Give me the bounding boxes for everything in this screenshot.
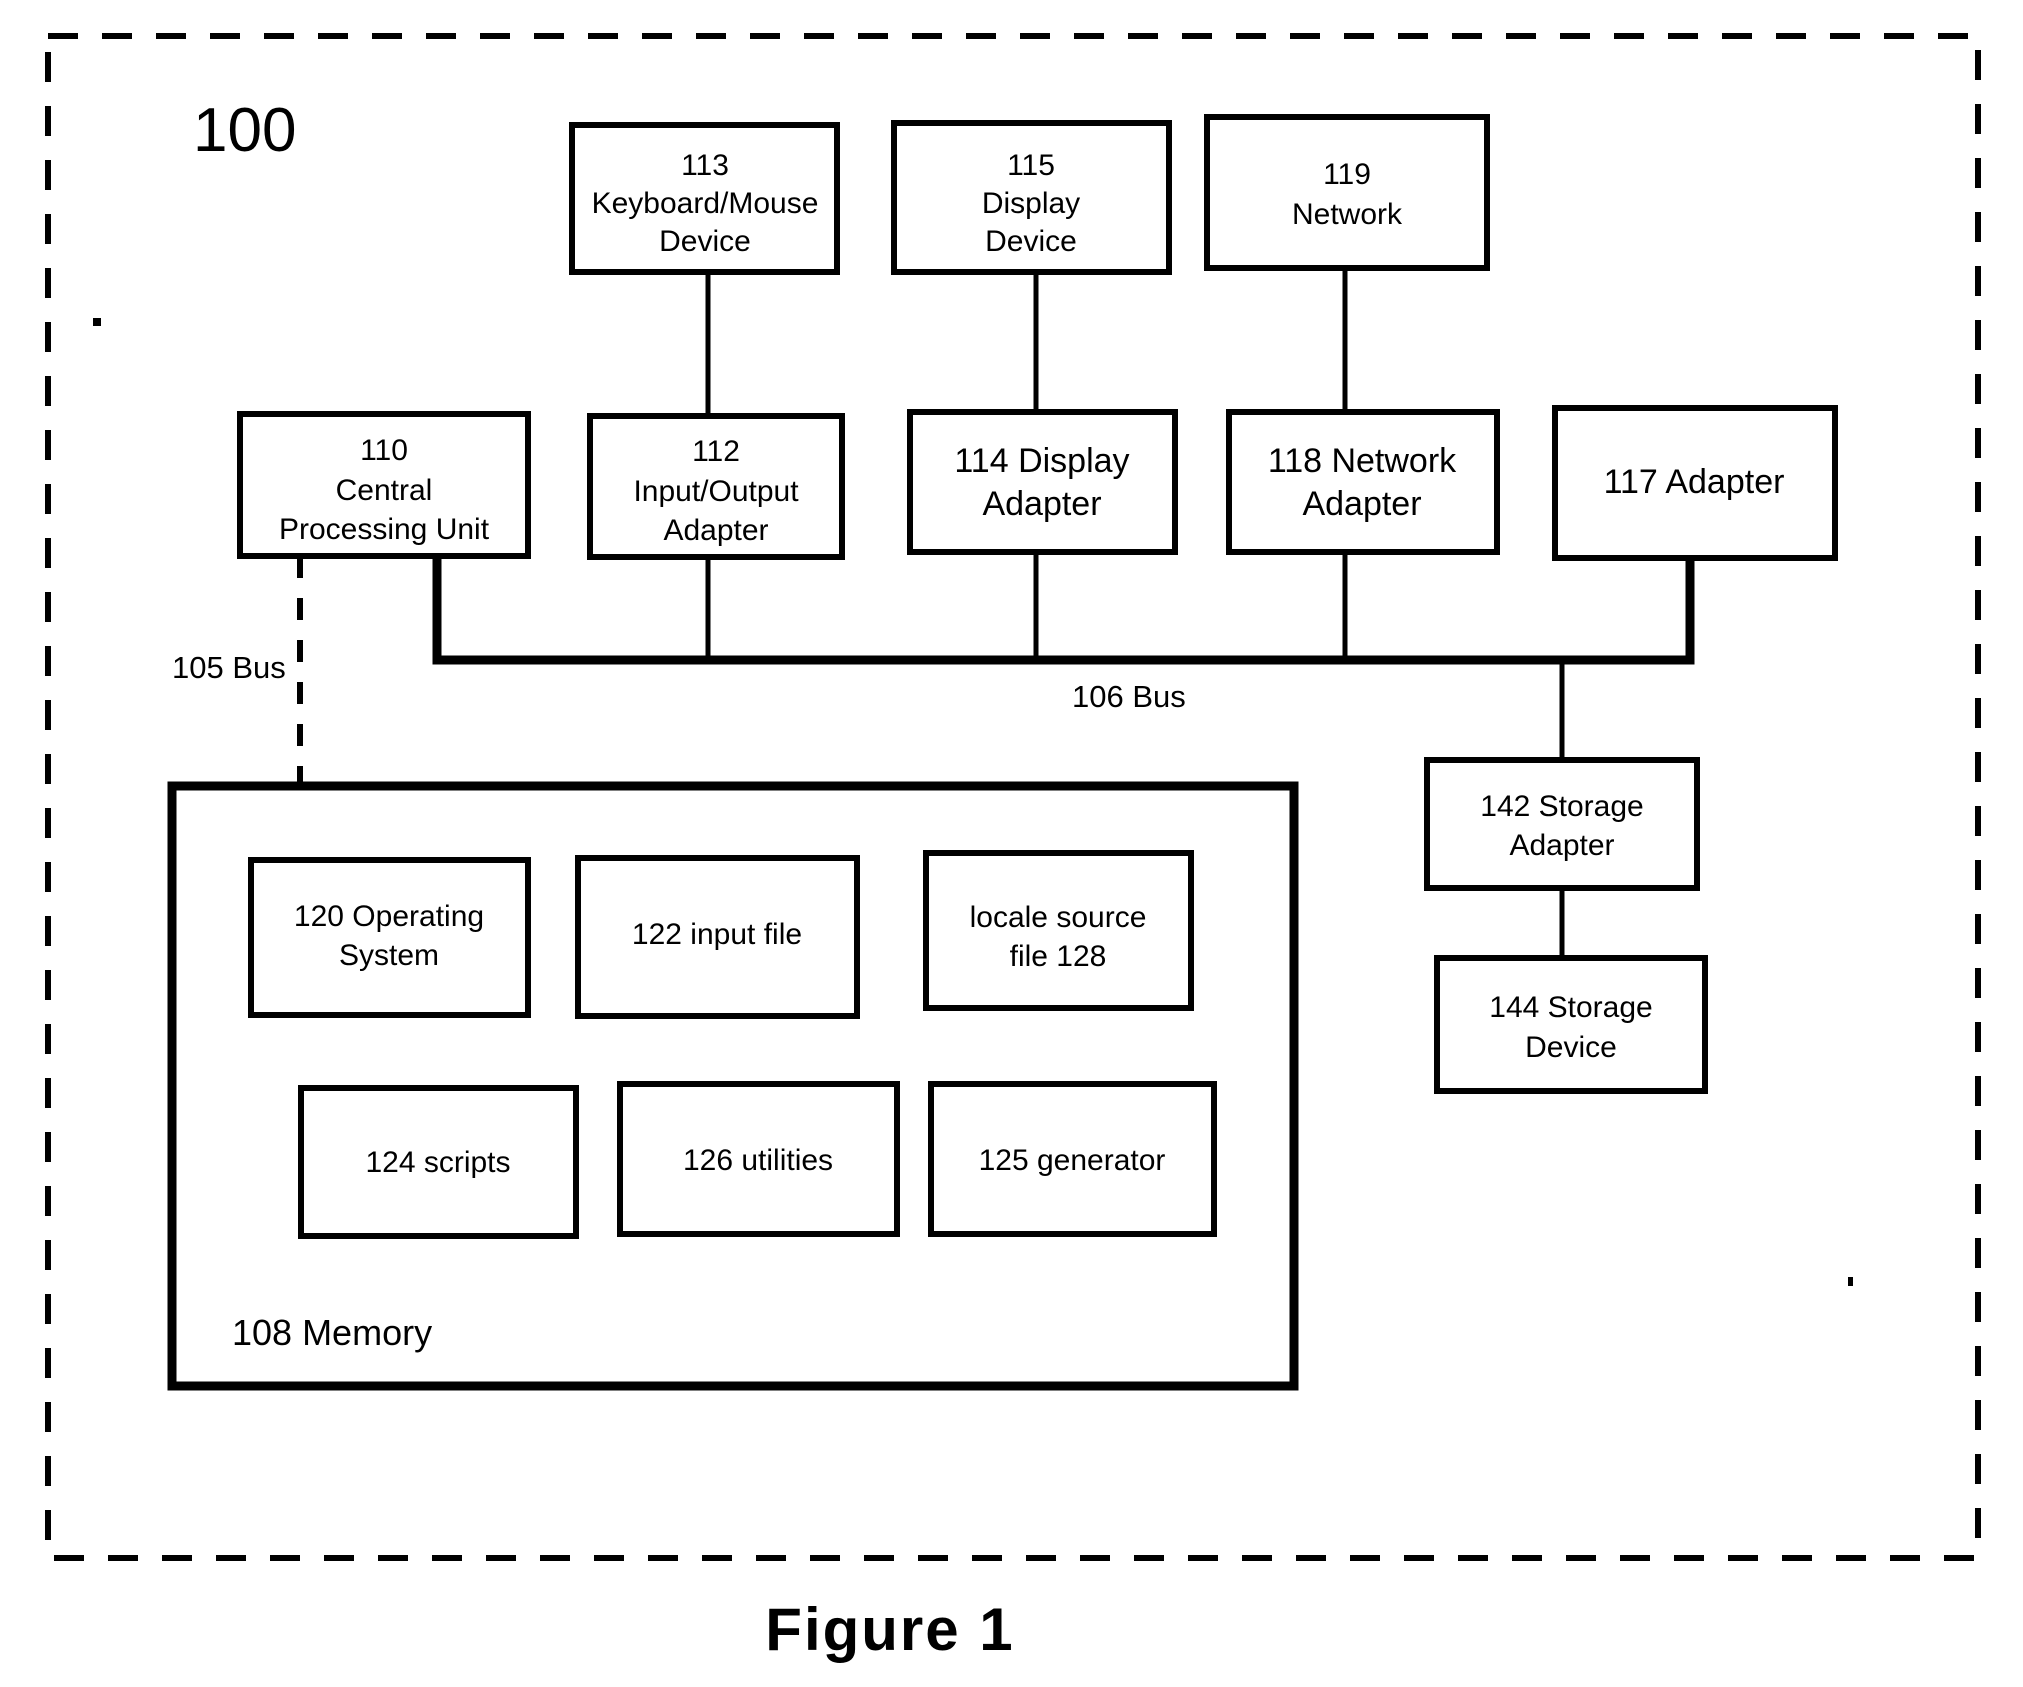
node-cpu[interactable]: 110 Central Processing Unit: [237, 411, 531, 559]
node-scripts[interactable]: 124 scripts: [298, 1085, 579, 1239]
node-display-device-line-3: Device: [985, 225, 1077, 258]
node-utilities-line-1: 126 utilities: [683, 1144, 833, 1177]
node-cpu-line-1: 110: [360, 434, 408, 467]
node-keyboard-mouse-device-line-1: 113: [681, 149, 729, 182]
node-network-adapter-line-2: Adapter: [1302, 485, 1421, 523]
node-cpu-line-3: Processing Unit: [279, 513, 490, 546]
node-keyboard-mouse-device[interactable]: 113 Keyboard/Mouse Device: [569, 122, 840, 275]
bus-105-label: 105 Bus: [172, 650, 286, 685]
node-storage-device-line-2: Device: [1525, 1031, 1617, 1064]
node-storage-adapter[interactable]: 142 Storage Adapter: [1424, 757, 1700, 891]
node-generator[interactable]: 125 generator: [928, 1081, 1217, 1237]
node-input-file-line-1: 122 input file: [632, 918, 802, 951]
node-utilities[interactable]: 126 utilities: [617, 1081, 900, 1237]
node-locale-source-file[interactable]: locale source file 128: [923, 850, 1194, 1011]
bus-106-line: [432, 556, 1695, 665]
node-display-device-line-2: Display: [982, 187, 1080, 220]
node-display-adapter-line-2: Adapter: [982, 485, 1101, 523]
node-adapter-117-line-1: 117 Adapter: [1604, 463, 1785, 501]
node-scripts-line-1: 124 scripts: [365, 1146, 510, 1179]
node-locale-source-file-line-2: file 128: [1010, 940, 1107, 973]
node-display-device[interactable]: 115 Display Device: [891, 120, 1172, 275]
node-adapter-117[interactable]: 117 Adapter: [1552, 405, 1838, 561]
node-storage-adapter-line-2: Adapter: [1509, 829, 1614, 862]
node-generator-line-1: 125 generator: [979, 1144, 1166, 1177]
node-io-adapter-line-3: Adapter: [663, 514, 768, 547]
system-block-diagram: 113 Keyboard/Mouse Device 115 Display De…: [45, 33, 1981, 1663]
system-reference-number: 100: [193, 96, 296, 165]
node-storage-device-line-1: 144 Storage: [1489, 991, 1652, 1024]
node-display-device-line-1: 115: [1007, 149, 1055, 182]
node-operating-system[interactable]: 120 Operating System: [248, 857, 531, 1018]
node-operating-system-line-1: 120 Operating: [294, 900, 484, 933]
bus-106-label: 106 Bus: [1072, 679, 1186, 714]
node-network-line-2: Network: [1292, 198, 1403, 231]
node-display-adapter[interactable]: 114 Display Adapter: [907, 409, 1178, 555]
node-operating-system-line-2: System: [339, 939, 439, 972]
node-locale-source-file-line-1: locale source: [970, 901, 1147, 934]
node-network-adapter[interactable]: 118 Network Adapter: [1226, 409, 1500, 555]
node-network-adapter-line-1: 118 Network: [1268, 442, 1457, 480]
node-cpu-line-2: Central: [336, 474, 433, 507]
figure-caption: Figure 1: [765, 1596, 1014, 1663]
node-display-adapter-line-1: 114 Display: [954, 442, 1129, 480]
node-io-adapter-line-1: 112: [692, 435, 740, 468]
scan-artifact-speck: [1848, 1277, 1853, 1286]
node-storage-device[interactable]: 144 Storage Device: [1434, 955, 1708, 1094]
scan-artifact-speck-left: [93, 318, 101, 326]
node-input-file[interactable]: 122 input file: [575, 855, 860, 1019]
patent-figure-page: 113 Keyboard/Mouse Device 115 Display De…: [0, 0, 2023, 1687]
node-network[interactable]: 119 Network: [1204, 114, 1490, 271]
node-storage-adapter-line-1: 142 Storage: [1480, 790, 1643, 823]
node-network-line-1: 119: [1323, 158, 1371, 191]
node-io-adapter-line-2: Input/Output: [633, 475, 799, 508]
node-keyboard-mouse-device-line-2: Keyboard/Mouse: [592, 187, 819, 220]
memory-block-label: 108 Memory: [232, 1312, 432, 1353]
node-io-adapter[interactable]: 112 Input/Output Adapter: [587, 413, 845, 560]
node-keyboard-mouse-device-line-3: Device: [659, 225, 751, 258]
node-memory-block[interactable]: 120 Operating System 122 input file loca…: [167, 781, 1299, 1391]
